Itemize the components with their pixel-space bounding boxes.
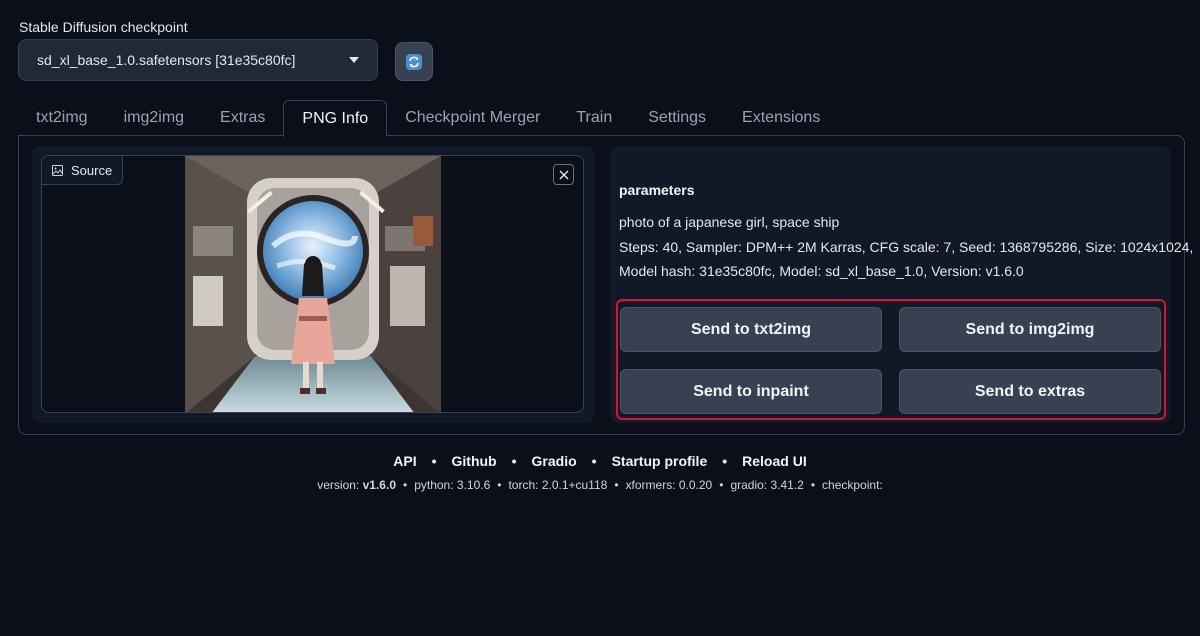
source-badge: Source [42, 156, 124, 185]
tab-checkpoint-merger[interactable]: Checkpoint Merger [387, 100, 558, 136]
source-photo [185, 156, 441, 412]
send-to-extras-button[interactable]: Send to extras [899, 369, 1161, 414]
torch-version: torch: 2.0.1+cu118 [508, 478, 608, 492]
separator-dot: • [497, 478, 502, 492]
separator-dot: • [810, 478, 816, 492]
python-version: python: 3.10.6 [414, 478, 491, 492]
image-icon [52, 164, 63, 176]
refresh-checkpoint-button[interactable] [395, 42, 433, 81]
checkpoint-info: checkpoint: [822, 478, 883, 492]
refresh-icon [406, 53, 422, 70]
footer-link-gradio[interactable]: Gradio [532, 453, 577, 469]
footer-version-info: version: v1.6.0 • python: 3.10.6 • torch: 2.… [0, 478, 1200, 492]
checkpoint-value: sd_xl_base_1.0.safetensors [31e35c80fc] [37, 52, 296, 68]
send-to-img2img-button[interactable]: Send to img2img [899, 307, 1161, 352]
footer-link-startup-profile[interactable]: Startup profile [612, 453, 708, 469]
send-to-inpaint-button[interactable]: Send to inpaint [620, 369, 882, 414]
separator-dot: • [591, 453, 597, 469]
separator-dot: • [403, 478, 408, 492]
footer-links: API • Github • Gradio • Startup profile • Reload… [0, 453, 1200, 469]
parameters-settings: Steps: 40, Sampler: DPM++ 2M Karras, CFG… [619, 239, 1194, 255]
tab-txt2img[interactable]: txt2img [18, 100, 106, 136]
tab-train[interactable]: Train [558, 100, 630, 136]
parameters-title: parameters [619, 182, 695, 198]
parameters-prompt: photo of a japanese girl, space ship [619, 214, 840, 230]
tab-extensions[interactable]: Extensions [724, 100, 838, 136]
version-value: v1.6.0 [362, 478, 396, 492]
separator-dot: • [431, 453, 437, 469]
tab-png-info[interactable]: PNG Info [283, 100, 388, 137]
separator-dot: • [722, 453, 728, 469]
tab-extras[interactable]: Extras [202, 100, 283, 136]
separator-dot: • [511, 453, 517, 469]
chevron-down-icon [349, 57, 359, 63]
send-to-txt2img-button[interactable]: Send to txt2img [620, 307, 882, 352]
footer-link-github[interactable]: Github [452, 453, 497, 469]
tab-settings[interactable]: Settings [630, 100, 724, 136]
xformers-version: xformers: 0.0.20 [625, 478, 713, 492]
checkpoint-dropdown[interactable]: sd_xl_base_1.0.safetensors [31e35c80fc] [18, 39, 378, 81]
parameters-model: Model hash: 31e35c80fc, Model: sd_xl_bas… [619, 263, 1024, 279]
clear-image-button[interactable] [553, 164, 574, 185]
version-label: version: [317, 478, 360, 492]
separator-dot: • [614, 478, 619, 492]
footer-link-api[interactable]: API [393, 453, 416, 469]
checkpoint-label: Stable Diffusion checkpoint [19, 19, 188, 35]
footer-link-reload-ui[interactable]: Reload UI [742, 453, 807, 469]
source-label: Source [71, 162, 113, 178]
gradio-version: gradio: 3.41.2 [730, 478, 804, 492]
main-tabs: txt2img img2img Extras PNG Info Checkpoi… [18, 100, 838, 137]
source-image-dropzone[interactable]: Source [41, 155, 584, 413]
separator-dot: • [719, 478, 724, 492]
tab-img2img[interactable]: img2img [106, 100, 202, 136]
close-icon [559, 170, 568, 179]
